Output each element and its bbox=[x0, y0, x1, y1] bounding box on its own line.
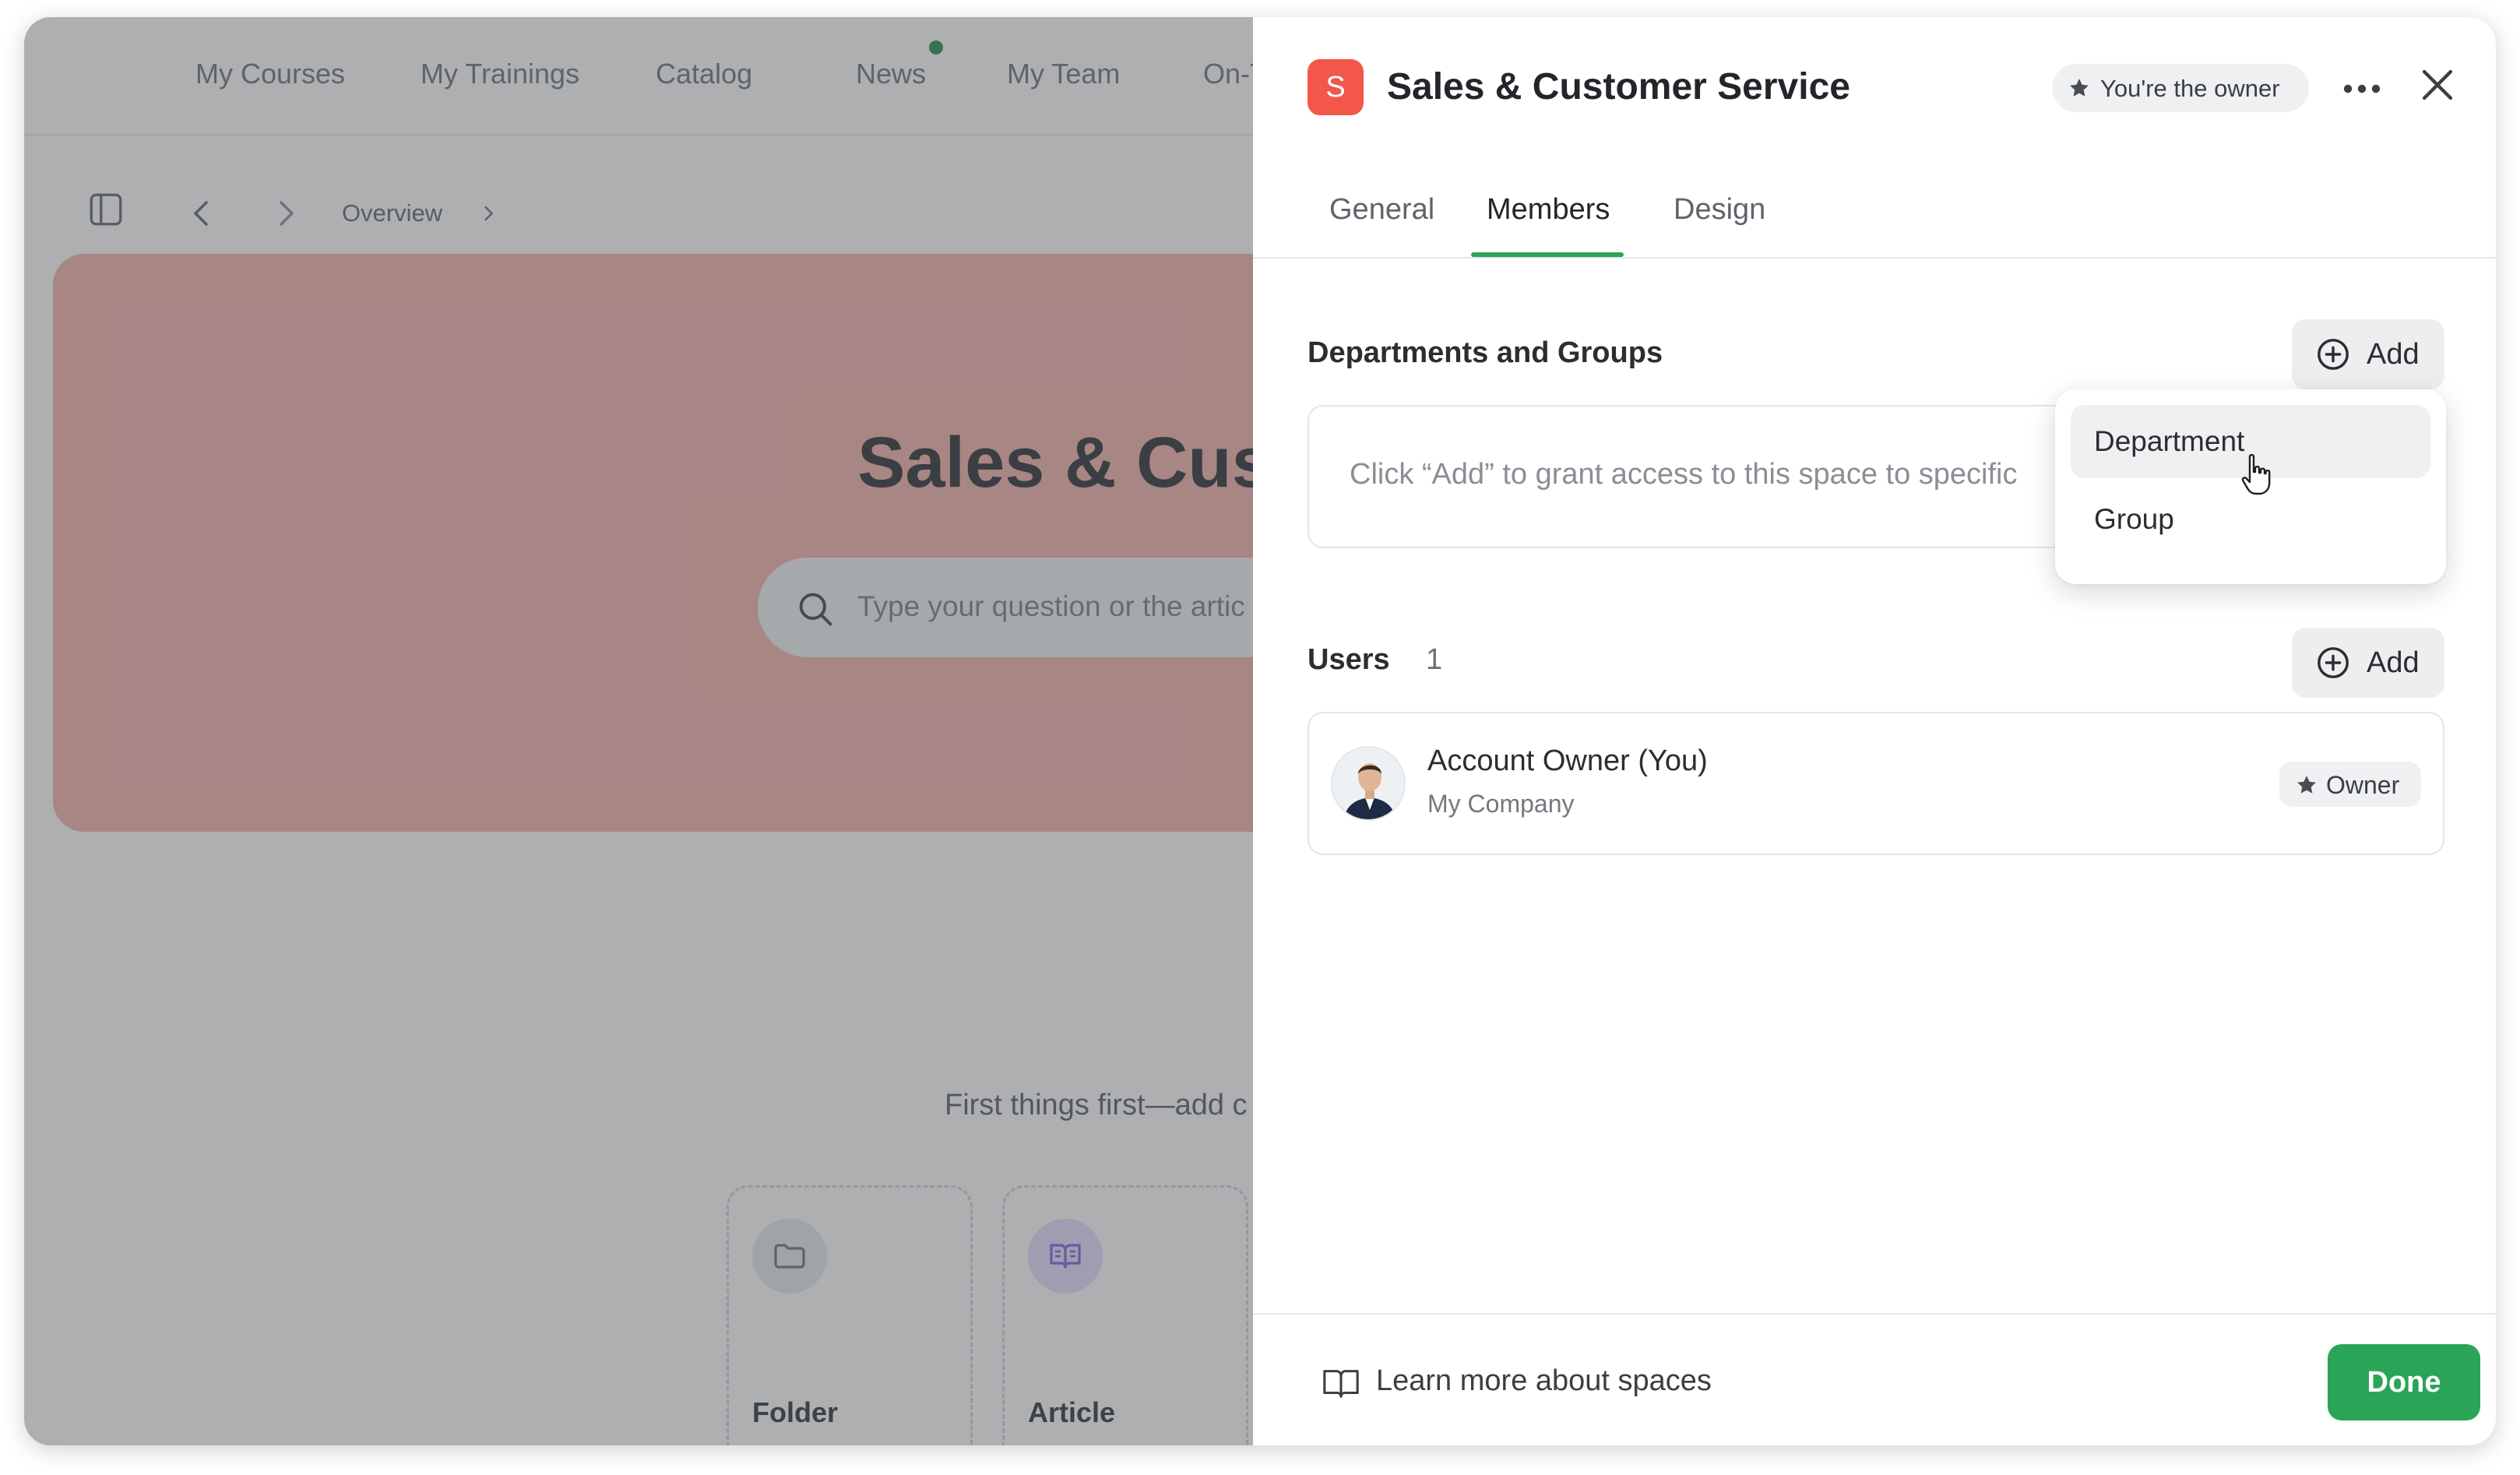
users-section-title: Users bbox=[1308, 643, 1390, 676]
user-list-item[interactable]: Account Owner (You) My Company Owner bbox=[1308, 712, 2444, 855]
star-icon bbox=[2297, 776, 2316, 794]
owner-role-label: Owner bbox=[2326, 771, 2400, 799]
learn-more-link[interactable]: Learn more about spaces bbox=[1376, 1364, 1712, 1398]
user-company: My Company bbox=[1427, 790, 1575, 818]
close-icon[interactable] bbox=[2415, 62, 2460, 107]
menu-item-department-label: Department bbox=[2094, 425, 2245, 457]
tab-members[interactable]: Members bbox=[1487, 193, 1610, 227]
tab-design[interactable]: Design bbox=[1674, 193, 1765, 227]
done-button[interactable]: Done bbox=[2328, 1344, 2480, 1420]
space-settings-panel: S Sales & Customer Service You're the ow… bbox=[1253, 17, 2496, 1445]
add-user-label: Add bbox=[2367, 646, 2420, 679]
owner-chip: You're the owner bbox=[2052, 64, 2309, 112]
tab-general[interactable]: General bbox=[1329, 193, 1434, 227]
add-user-button[interactable]: Add bbox=[2292, 628, 2444, 698]
departments-empty-text: Click “Add” to grant access to this spac… bbox=[1350, 458, 2018, 491]
book-open-icon bbox=[1323, 1370, 1359, 1398]
space-avatar: S bbox=[1308, 59, 1364, 115]
active-tab-indicator bbox=[1471, 252, 1624, 257]
add-department-label: Add bbox=[2367, 338, 2420, 371]
panel-title: Sales & Customer Service bbox=[1387, 66, 1850, 107]
menu-item-group-label: Group bbox=[2094, 503, 2174, 535]
panel-footer: Learn more about spaces Done bbox=[1253, 1313, 2496, 1445]
plus-circle-icon bbox=[2318, 339, 2349, 370]
app-window: My Courses My Trainings Catalog News My … bbox=[24, 17, 2496, 1445]
avatar bbox=[1331, 746, 1406, 821]
star-icon bbox=[2070, 79, 2089, 97]
add-department-button[interactable]: Add bbox=[2292, 319, 2444, 389]
owner-role-badge: Owner bbox=[2279, 762, 2421, 807]
more-options-icon[interactable] bbox=[2342, 73, 2382, 104]
user-name: Account Owner (You) bbox=[1427, 745, 1708, 777]
owner-chip-label: You're the owner bbox=[2100, 75, 2280, 102]
panel-tabs: General Members Design bbox=[1253, 170, 2496, 259]
departments-section-title: Departments and Groups bbox=[1308, 336, 1663, 369]
hand-cursor-icon bbox=[2241, 454, 2271, 495]
users-count: 1 bbox=[1426, 643, 1443, 676]
user-photo-icon bbox=[1332, 748, 1404, 819]
plus-circle-icon bbox=[2318, 647, 2349, 678]
